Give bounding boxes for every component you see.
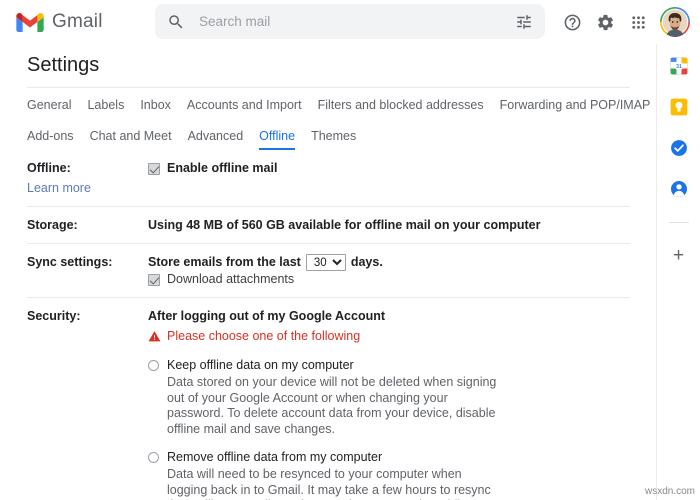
row-storage-label: Storage: — [27, 218, 78, 232]
row-sync-content: Store emails from the last 30 days. Down… — [148, 254, 630, 288]
page-title: Settings — [27, 54, 100, 76]
settings-rows: Offline: Learn more Enable offline mail … — [1, 150, 656, 500]
row-security: Security: After logging out of my Google… — [27, 298, 630, 500]
tab-add-ons[interactable]: Add-ons — [27, 129, 74, 151]
top-bar-actions — [557, 0, 694, 44]
row-offline-label: Offline: — [27, 161, 71, 175]
security-option-remove-line[interactable]: Remove offline data from my computer — [148, 449, 630, 466]
google-calendar-icon[interactable]: 31 — [669, 56, 689, 76]
gmail-m-icon — [16, 12, 44, 32]
right-side-panel: 31 + — [656, 44, 700, 500]
sync-days-line: Store emails from the last 30 days. — [148, 254, 630, 271]
sync-prefix-label: Store emails from the last — [148, 255, 301, 269]
side-panel-divider — [668, 222, 689, 223]
google-contacts-icon[interactable] — [669, 179, 689, 199]
add-side-panel-app-button[interactable]: + — [673, 246, 684, 266]
row-offline-label-group: Offline: Learn more — [27, 160, 148, 197]
row-security-label: Security: — [27, 309, 81, 323]
tab-offline[interactable]: Offline — [259, 129, 296, 150]
top-bar: Gmail — [0, 0, 700, 44]
tab-general[interactable]: General — [27, 98, 71, 120]
tab-row-2: Add-ons Chat and Meet Advanced Offline T… — [27, 119, 630, 150]
tab-row-1: General Labels Inbox Accounts and Import… — [27, 88, 650, 120]
row-security-content: After logging out of my Google Account P… — [148, 308, 630, 500]
settings-main-panel: Settings General Labels Inbox Accounts a… — [0, 44, 656, 500]
row-storage: Storage: Using 48 MB of 560 GB available… — [27, 207, 630, 244]
download-attachments-checkbox[interactable] — [148, 273, 160, 286]
row-sync-settings: Sync settings: Store emails from the las… — [27, 244, 630, 298]
learn-more-link[interactable]: Learn more — [27, 180, 148, 197]
row-sync-label: Sync settings: — [27, 255, 113, 269]
sync-suffix-label: days. — [350, 255, 383, 269]
tab-themes[interactable]: Themes — [311, 129, 356, 151]
avatar[interactable] — [660, 7, 690, 37]
tab-labels[interactable]: Labels — [87, 98, 124, 120]
radio-keep-offline-data-label: Keep offline data on my computer — [167, 358, 354, 372]
tab-chat-and-meet[interactable]: Chat and Meet — [90, 129, 172, 151]
tab-forwarding-and-pop-imap[interactable]: Forwarding and POP/IMAP — [500, 98, 651, 120]
storage-usage-text: Using 48 MB of 560 GB available for offl… — [148, 218, 541, 232]
gmail-logo[interactable]: Gmail — [16, 11, 103, 33]
download-attachments-label: Download attachments — [167, 272, 295, 286]
enable-offline-mail-label: Enable offline mail — [167, 161, 278, 175]
radio-remove-offline-data-label: Remove offline data from my computer — [167, 450, 383, 464]
search-bar[interactable] — [155, 4, 545, 39]
security-warning: Please choose one of the following — [148, 328, 630, 345]
help-icon[interactable] — [557, 7, 587, 37]
gmail-wordmark: Gmail — [52, 11, 103, 32]
search-input[interactable] — [199, 14, 515, 29]
security-option-remove[interactable]: Remove offline data from my computer Dat… — [148, 449, 630, 500]
security-option-keep[interactable]: Keep offline data on my computer Data st… — [148, 357, 630, 437]
download-attachments-row[interactable]: Download attachments — [148, 271, 630, 288]
enable-offline-mail-row[interactable]: Enable offline mail — [148, 160, 630, 177]
warning-triangle-icon — [148, 331, 161, 342]
security-warning-text: Please choose one of the following — [167, 329, 361, 343]
watermark: wsxdn.com — [644, 486, 695, 497]
google-keep-icon[interactable] — [669, 97, 689, 117]
apps-grid-icon[interactable] — [623, 7, 653, 37]
radio-keep-offline-data[interactable] — [148, 360, 159, 371]
search-icon — [169, 14, 183, 28]
radio-keep-offline-data-description: Data stored on your device will not be d… — [167, 375, 497, 436]
security-heading: After logging out of my Google Account — [148, 309, 386, 323]
radio-remove-offline-data-description: Data will need to be resynced to your co… — [167, 467, 491, 500]
tune-filter-icon[interactable] — [515, 13, 533, 31]
gear-icon[interactable] — [590, 7, 620, 37]
tab-filters-and-blocked-addresses[interactable]: Filters and blocked addresses — [318, 98, 484, 120]
security-option-keep-line[interactable]: Keep offline data on my computer — [148, 357, 630, 374]
sync-days-select[interactable]: 30 — [305, 254, 346, 271]
google-tasks-icon[interactable] — [669, 138, 689, 158]
svg-text:31: 31 — [676, 64, 682, 70]
tab-advanced[interactable]: Advanced — [188, 129, 244, 151]
radio-remove-offline-data[interactable] — [148, 452, 159, 463]
row-offline: Offline: Learn more Enable offline mail — [27, 150, 630, 207]
row-offline-content: Enable offline mail — [148, 160, 630, 177]
tab-inbox[interactable]: Inbox — [140, 98, 171, 120]
gmail-settings-window: Gmail Search mail Settings General Label… — [0, 0, 700, 500]
tab-accounts-and-import[interactable]: Accounts and Import — [187, 98, 302, 120]
settings-tabs: General Labels Inbox Accounts and Import… — [1, 88, 656, 150]
row-storage-content: Using 48 MB of 560 GB available for offl… — [148, 217, 630, 234]
enable-offline-mail-checkbox[interactable] — [148, 162, 160, 175]
